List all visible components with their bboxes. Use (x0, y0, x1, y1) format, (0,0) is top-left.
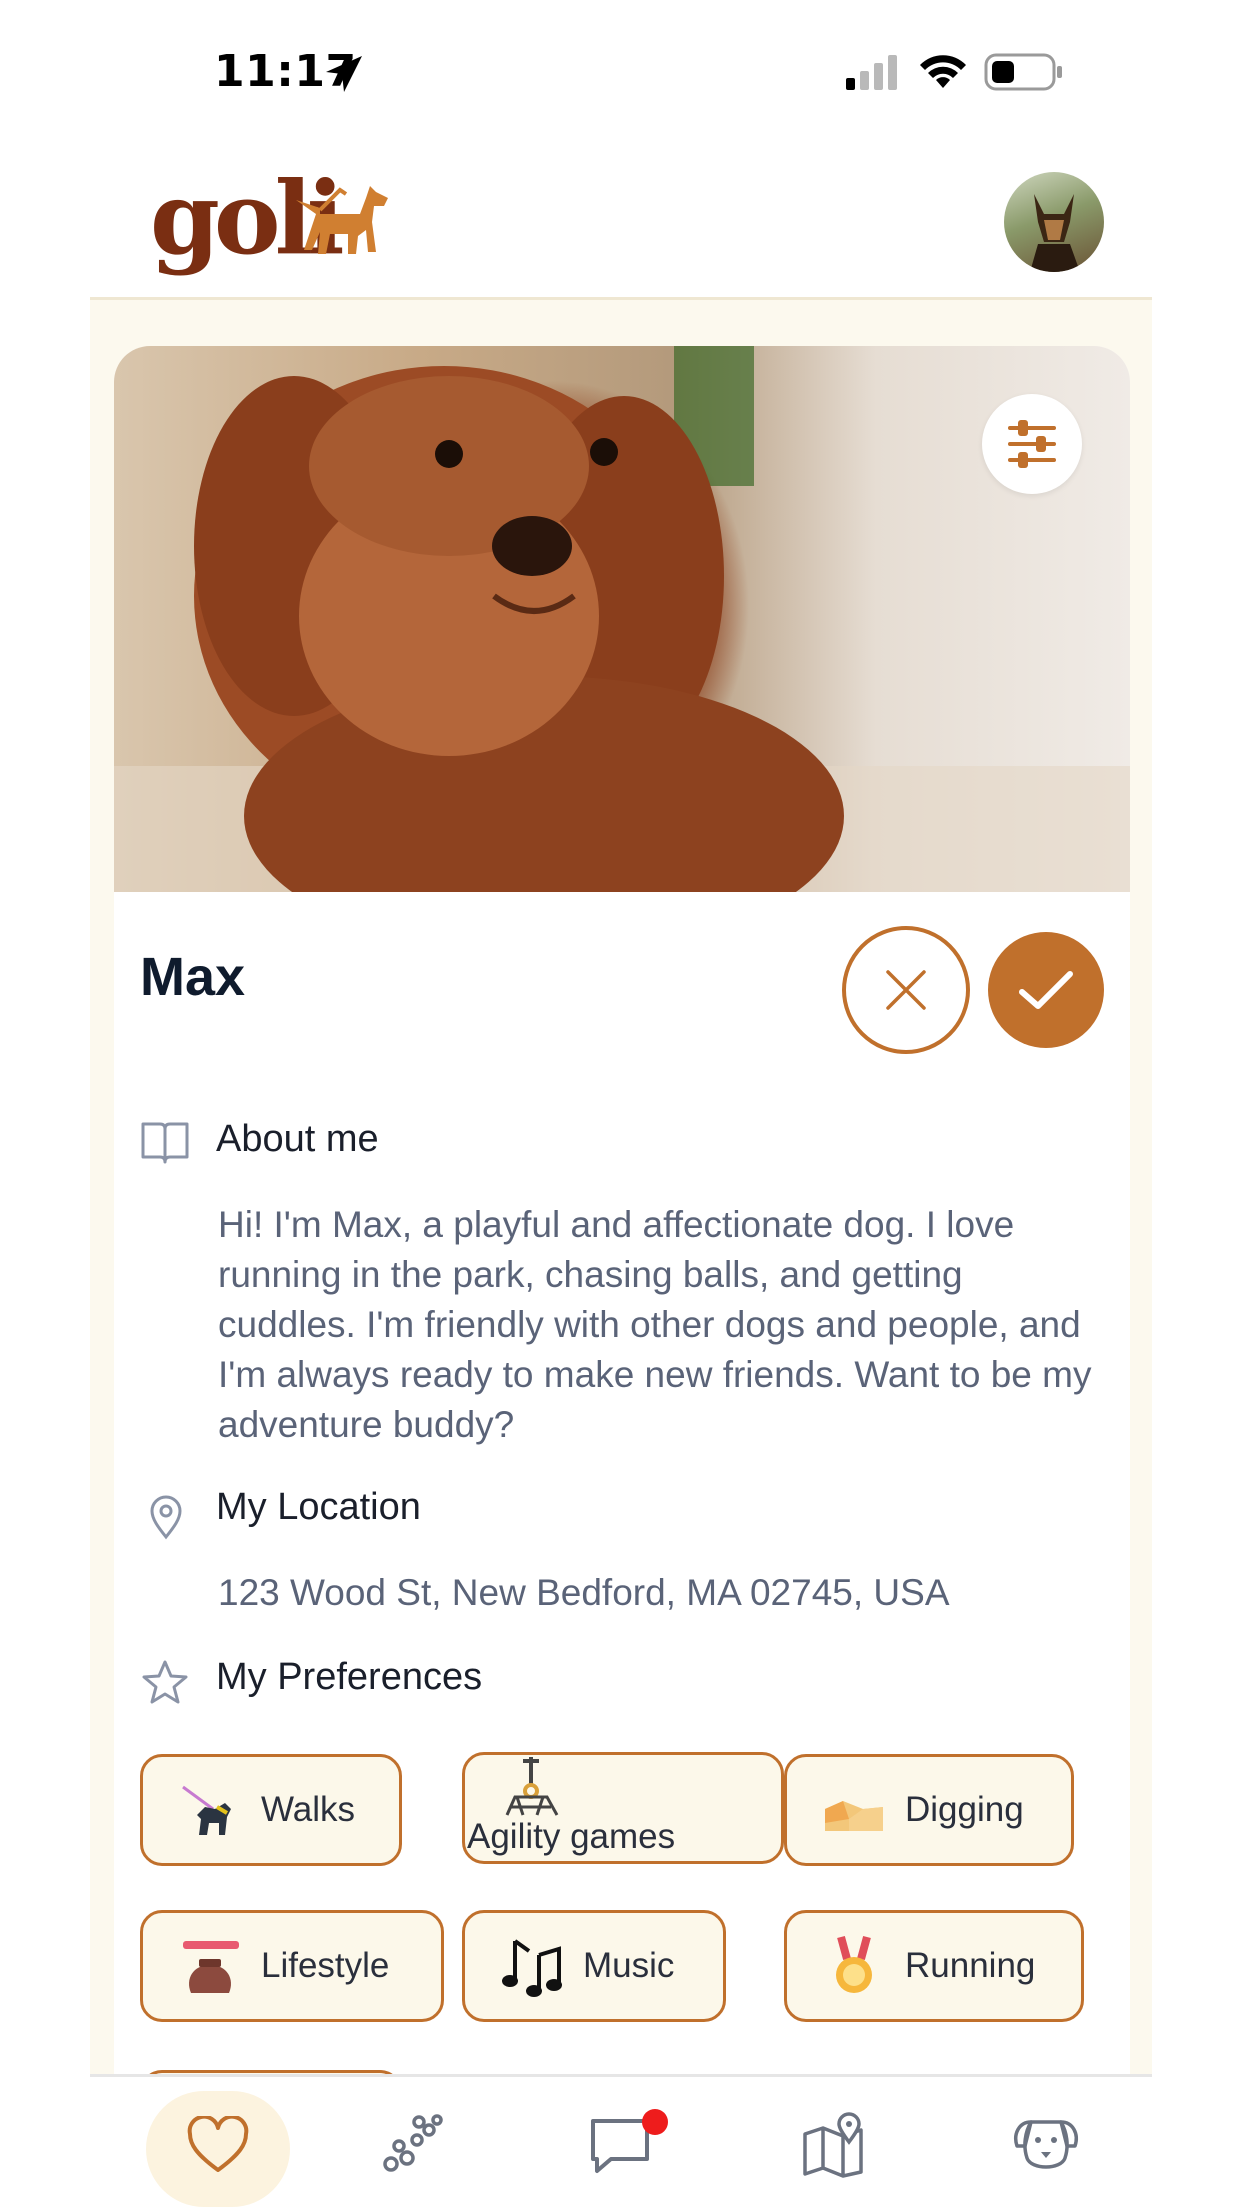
nav-map[interactable] (784, 2095, 884, 2195)
nav-profile[interactable] (996, 2095, 1096, 2195)
accept-button[interactable] (988, 932, 1104, 1048)
preference-chip-digging[interactable]: Digging (784, 1754, 1074, 1866)
preference-chip-music[interactable]: Music (462, 1910, 726, 2022)
star-icon (142, 1660, 188, 1704)
digging-icon (823, 1779, 885, 1841)
dog-face-icon (1014, 2120, 1078, 2169)
agility-icon (501, 1757, 563, 1819)
cellular-signal-icon (846, 55, 897, 90)
medal-icon (823, 1935, 885, 1997)
paw-icon (383, 2114, 443, 2172)
heart-icon (187, 2116, 249, 2172)
location-address: 123 Wood St, New Bedford, MA 02745, USA (218, 1572, 950, 1613)
poodle-illustration (114, 346, 1130, 956)
notification-badge (642, 2109, 668, 2135)
my-location-title: My Location (216, 1486, 421, 1528)
map-icon (803, 2112, 863, 2178)
goli-logo: goli (150, 148, 390, 288)
filter-button[interactable] (982, 394, 1082, 494)
dog-profile-card: Max About me Hi! I'm Max, a playful and … (114, 346, 1130, 2106)
nav-matches[interactable] (168, 2095, 268, 2195)
battery-icon (984, 53, 1062, 91)
preference-label: Agility games (467, 1817, 676, 1856)
preference-label: Running (905, 1946, 1036, 1985)
preference-chip-lifestyle[interactable]: Lifestyle (140, 1910, 444, 2022)
preference-label: Digging (905, 1790, 1024, 1829)
preference-chip-walks[interactable]: Walks (140, 1754, 402, 1866)
dog-photo[interactable] (114, 346, 1130, 956)
my-preferences-title: My Preferences (216, 1656, 483, 1698)
preference-chip-agility-games[interactable]: Agility games (462, 1752, 784, 1864)
dog-leash-icon (179, 1779, 241, 1841)
preference-chip-running[interactable]: Running (784, 1910, 1084, 2022)
location-pin-icon (150, 1495, 182, 1540)
check-icon (1019, 971, 1073, 1009)
music-notes-icon (501, 1935, 563, 1997)
user-avatar[interactable] (1004, 172, 1104, 272)
nav-messages[interactable] (572, 2095, 672, 2195)
sliders-icon (1008, 420, 1056, 468)
logo-dog-icon (296, 186, 388, 254)
nav-activities[interactable] (362, 2095, 462, 2195)
reject-button[interactable] (842, 926, 970, 1054)
dog-name: Max (140, 947, 246, 1007)
about-me-title: About me (216, 1118, 379, 1160)
location-arrow-icon (326, 56, 362, 92)
preference-label: Lifestyle (261, 1946, 390, 1985)
bottom-navigation (90, 2074, 1152, 2211)
preference-label: Walks (261, 1790, 355, 1829)
book-icon (141, 1122, 189, 1164)
preference-label: Music (583, 1946, 675, 1985)
german-shepherd-avatar-icon (1030, 194, 1080, 272)
lifestyle-icon (179, 1935, 241, 1997)
wifi-icon (920, 55, 966, 88)
close-icon (886, 970, 926, 1010)
about-me-text: Hi! I'm Max, a playful and affectionate … (218, 1204, 1092, 1445)
